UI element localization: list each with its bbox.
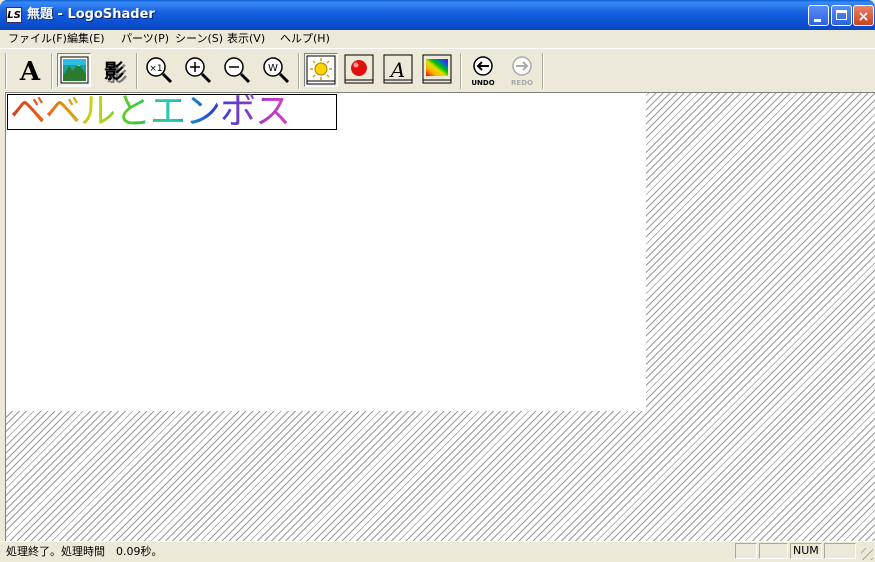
svg-text:W: W xyxy=(268,63,278,74)
workspace-area[interactable]: ベベルとエンボス xyxy=(5,92,875,541)
menu-edit[interactable]: 編集(E) xyxy=(67,32,105,46)
app-window: LS 無題 - LogoShader × ファイル(F) 編集(E) パーツ(P… xyxy=(0,0,875,562)
menu-help[interactable]: ヘルプ(H) xyxy=(280,32,330,46)
color-gradient-button[interactable] xyxy=(421,53,455,87)
status-message: 処理終了。処理時間 0.09秒。 xyxy=(6,545,163,558)
toolbar: A 影 影 ×1 W A UNDO REDO xyxy=(0,48,875,92)
app-logo-icon[interactable]: LS xyxy=(6,7,22,23)
maximize-button[interactable] xyxy=(831,5,852,26)
close-button[interactable]: × xyxy=(853,5,874,26)
svg-text:A: A xyxy=(389,58,405,82)
light-sun-icon xyxy=(306,55,336,85)
zoom-actual-icon: ×1 xyxy=(146,57,173,84)
redo-button[interactable]: REDO xyxy=(505,53,539,87)
undo-button[interactable]: UNDO xyxy=(466,53,500,87)
text-icon: A xyxy=(19,57,41,87)
resize-grip[interactable] xyxy=(861,548,873,560)
minimize-icon xyxy=(814,19,821,22)
menu-bar: ファイル(F) 編集(E) パーツ(P) シーン(S) 表示(V) ヘルプ(H) xyxy=(0,30,875,48)
zoom-window-icon: W xyxy=(263,57,290,84)
font-style-button[interactable]: A xyxy=(382,53,416,87)
maximize-icon xyxy=(836,10,847,20)
background-image-button[interactable] xyxy=(57,53,91,87)
minimize-button[interactable] xyxy=(808,5,829,26)
toolbar-separator xyxy=(460,53,462,89)
svg-text:影: 影 xyxy=(104,59,124,83)
svg-text:×1: ×1 xyxy=(149,64,162,74)
zoom-in-button[interactable] xyxy=(181,53,215,87)
status-pane-empty xyxy=(759,543,788,559)
zoom-actual-size-button[interactable]: ×1 xyxy=(142,53,176,87)
toolbar-separator xyxy=(5,53,7,89)
shadow-icon: 影 影 xyxy=(104,59,127,86)
title-bar[interactable]: LS 無題 - LogoShader × xyxy=(0,0,875,30)
menu-scene[interactable]: シーン(S) xyxy=(175,32,223,46)
undo-label: UNDO xyxy=(471,79,495,87)
landscape-image-icon xyxy=(60,56,89,84)
menu-file[interactable]: ファイル(F) xyxy=(8,32,67,46)
rainbow-gradient-icon xyxy=(422,54,452,84)
toolbar-separator xyxy=(542,53,544,89)
logo-canvas[interactable]: ベベルとエンボス xyxy=(6,93,646,411)
redo-label: REDO xyxy=(511,79,533,87)
status-bar: 処理終了。処理時間 0.09秒。 NUM xyxy=(0,541,875,562)
toolbar-separator xyxy=(136,53,138,89)
close-icon: × xyxy=(857,9,870,25)
shadow-tool-button[interactable]: 影 影 xyxy=(97,53,131,87)
logo-text: ベベルとエンボス xyxy=(10,91,291,132)
zoom-out-button[interactable] xyxy=(220,53,254,87)
menu-view[interactable]: 表示(V) xyxy=(227,32,265,46)
toolbar-separator xyxy=(298,53,300,89)
zoom-fit-window-button[interactable]: W xyxy=(259,53,293,87)
zoom-out-icon xyxy=(224,57,251,84)
material-settings-button[interactable] xyxy=(343,53,377,87)
zoom-in-icon xyxy=(185,57,212,84)
menu-parts[interactable]: パーツ(P) xyxy=(121,32,169,46)
window-title: 無題 - LogoShader xyxy=(27,7,155,22)
logo-text-object[interactable]: ベベルとエンボス xyxy=(7,94,337,130)
text-tool-button[interactable]: A xyxy=(13,53,47,87)
toolbar-separator xyxy=(51,53,53,89)
material-sphere-icon xyxy=(344,54,374,84)
italic-text-icon: A xyxy=(383,54,413,84)
num-lock-indicator: NUM xyxy=(790,543,822,559)
status-pane-empty xyxy=(735,543,757,559)
svg-text:A: A xyxy=(19,57,41,87)
light-settings-button[interactable] xyxy=(304,53,338,87)
status-pane-empty xyxy=(824,543,856,559)
